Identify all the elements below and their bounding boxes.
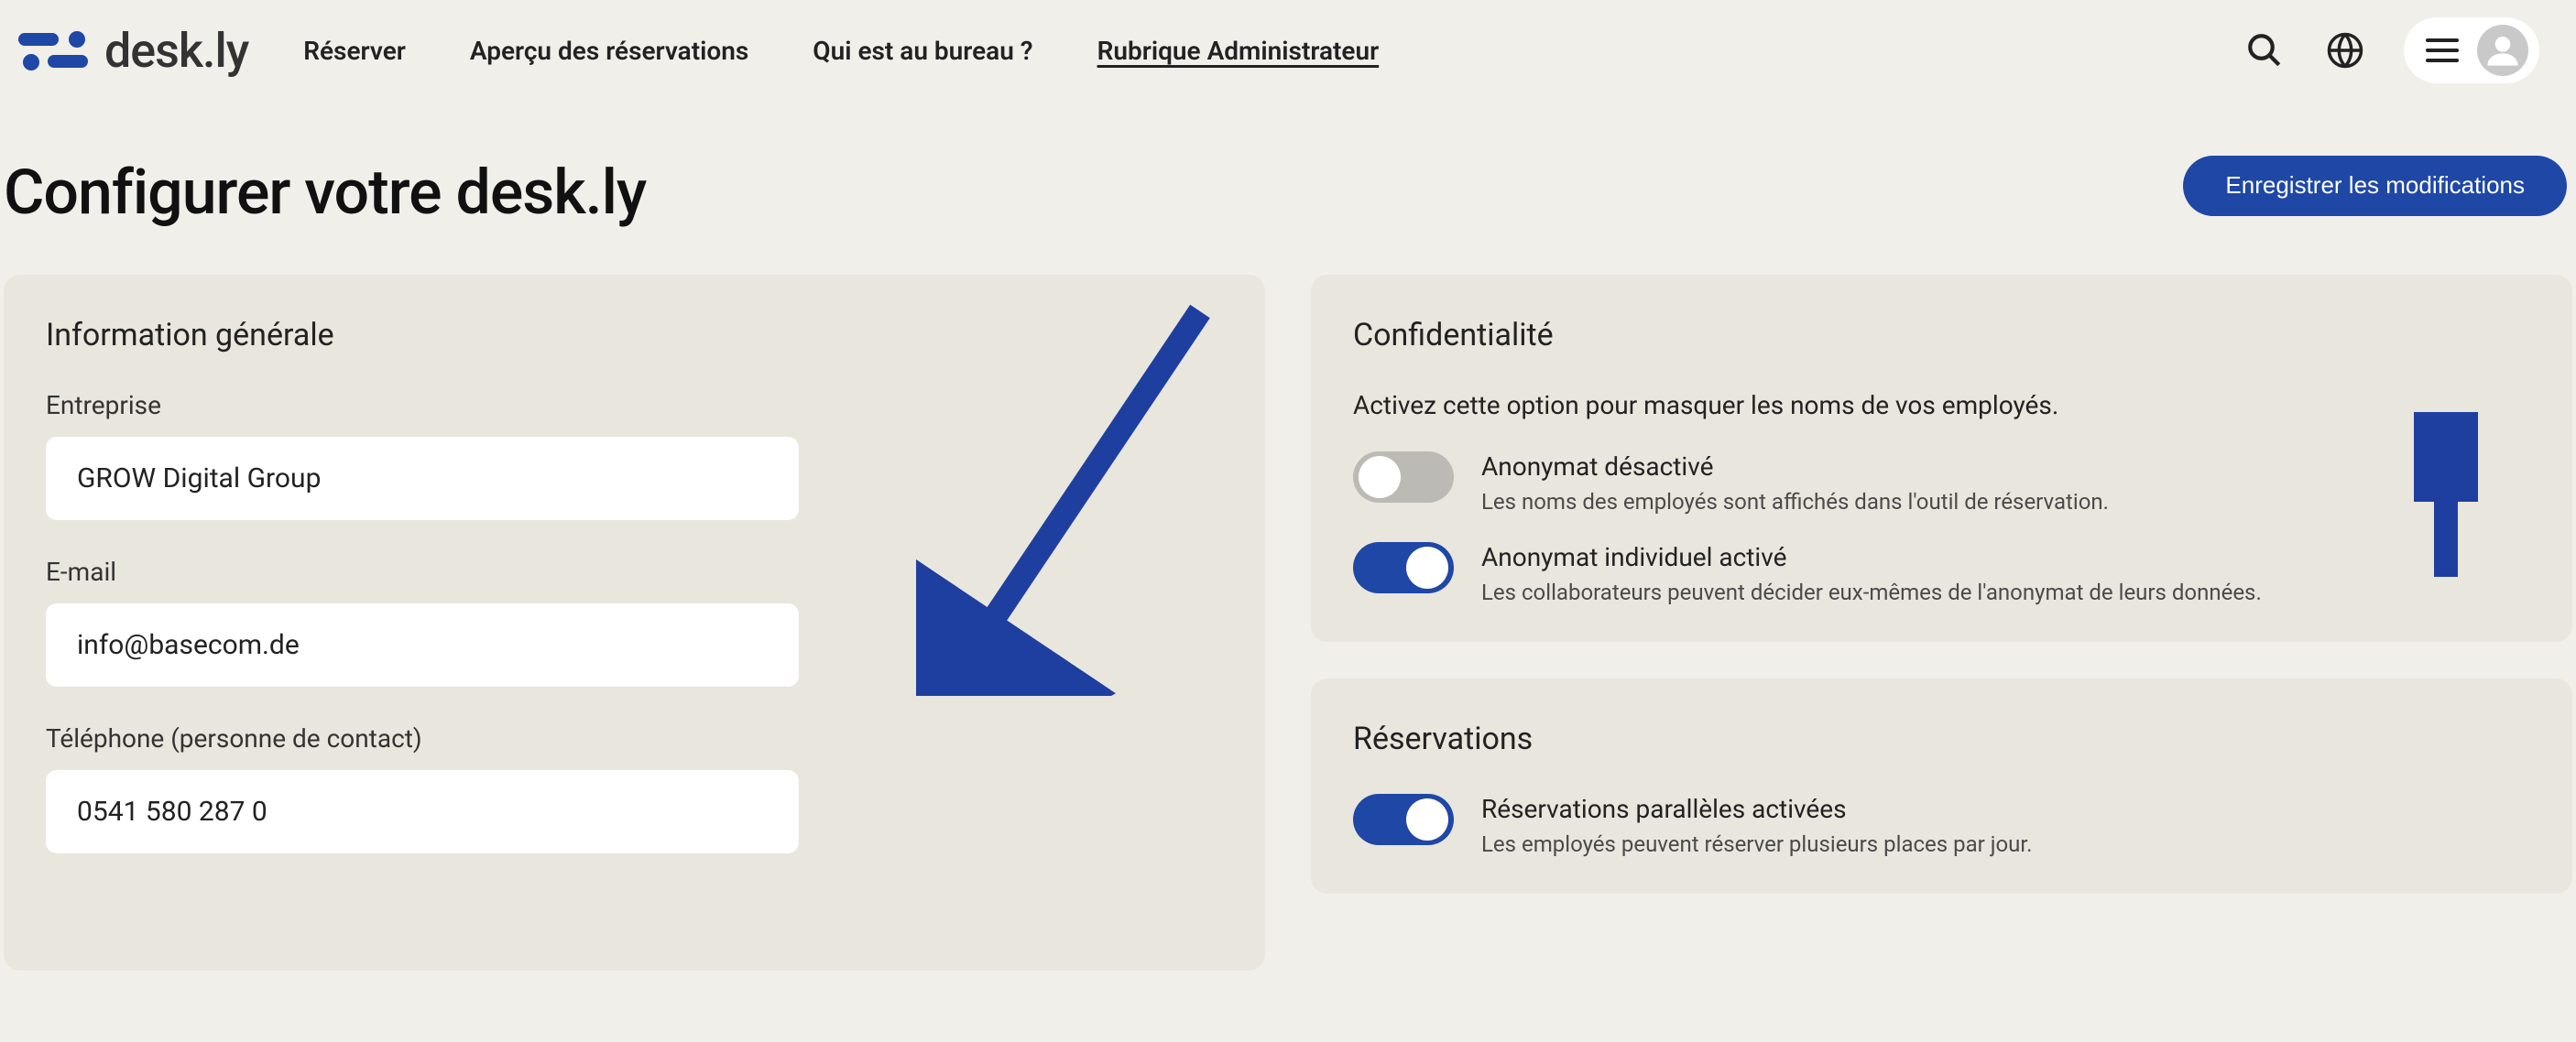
privacy-card: Confidentialité Activez cette option pou… [1311, 275, 2572, 642]
privacy-desc: Activez cette option pour masquer les no… [1353, 390, 2530, 420]
parallel-res-row: Réservations parallèles activées Les emp… [1353, 794, 2530, 857]
logo-mark-icon [18, 29, 92, 71]
nav-office[interactable]: Qui est au bureau ? [813, 36, 1032, 66]
privacy-title: Confidentialité [1353, 317, 2530, 353]
app-header: desk.ly Réserver Aperçu des réservations… [0, 0, 2576, 101]
avatar [2477, 25, 2528, 76]
user-menu[interactable] [2404, 17, 2539, 83]
anonymity-indiv-title: Anonymat individuel activé [1481, 542, 2262, 572]
logo-text: desk.ly [104, 23, 248, 79]
left-column: Information générale Entreprise E-mail T… [4, 275, 1265, 971]
email-label: E-mail [46, 557, 1223, 587]
right-column: Confidentialité Activez cette option pou… [1311, 275, 2572, 971]
save-button[interactable]: Enregistrer les modifications [2183, 156, 2567, 216]
general-info-card: Information générale Entreprise E-mail T… [4, 275, 1265, 971]
company-label: Entreprise [46, 390, 1223, 420]
email-input[interactable] [46, 603, 799, 687]
reservations-title: Réservations [1353, 721, 2530, 757]
anonymity-indiv-toggle[interactable] [1353, 542, 1454, 593]
content-columns: Information générale Entreprise E-mail T… [0, 275, 2576, 971]
reservations-card: Réservations Réservations parallèles act… [1311, 678, 2572, 894]
general-info-title: Information générale [46, 317, 1223, 353]
parallel-res-desc: Les employés peuvent réserver plusieurs … [1481, 831, 2032, 857]
search-icon[interactable] [2243, 28, 2287, 72]
nav-reserve[interactable]: Réserver [303, 36, 406, 66]
parallel-res-toggle[interactable] [1353, 794, 1454, 845]
header-right [2243, 17, 2539, 83]
phone-input[interactable] [46, 770, 799, 853]
menu-icon [2426, 38, 2459, 62]
anonymity-off-title: Anonymat désactivé [1481, 451, 2109, 482]
phone-label: Téléphone (personne de contact) [46, 723, 1223, 754]
parallel-res-title: Réservations parallèles activées [1481, 794, 2032, 824]
nav-overview[interactable]: Aperçu des réservations [470, 36, 748, 66]
anonymity-off-desc: Les noms des employés sont affichés dans… [1481, 489, 2109, 515]
anonymity-indiv-desc: Les collaborateurs peuvent décider eux-m… [1481, 580, 2262, 605]
anonymity-indiv-row: Anonymat individuel activé Les collabora… [1353, 542, 2530, 605]
globe-icon[interactable] [2323, 28, 2367, 72]
anonymity-off-toggle[interactable] [1353, 451, 1454, 503]
logo[interactable]: desk.ly [18, 23, 248, 79]
company-input[interactable] [46, 437, 799, 520]
nav-admin[interactable]: Rubrique Administrateur [1097, 36, 1380, 66]
title-row: Configurer votre desk.ly Enregistrer les… [0, 101, 2576, 275]
page-title: Configurer votre desk.ly [4, 156, 646, 229]
main-nav: Réserver Aperçu des réservations Qui est… [303, 36, 1379, 66]
anonymity-off-row: Anonymat désactivé Les noms des employés… [1353, 451, 2530, 515]
